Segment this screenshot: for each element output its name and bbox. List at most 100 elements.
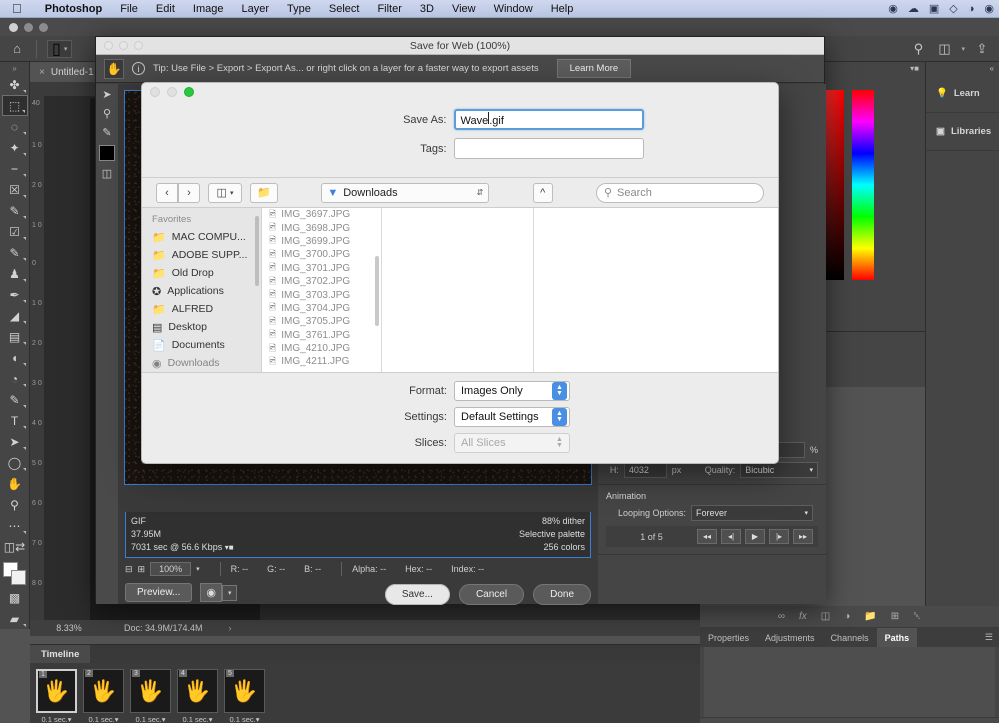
- eyedropper-tool[interactable]: ✎: [102, 126, 111, 139]
- eraser-tool[interactable]: ◢: [2, 305, 28, 326]
- delete-layer-icon[interactable]: ␡: [913, 611, 921, 622]
- panel-menu-icon[interactable]: ☰: [979, 628, 999, 647]
- zoom-level-value[interactable]: 100%: [150, 562, 192, 576]
- close-button[interactable]: [150, 87, 160, 97]
- list-item[interactable]: 🖻 IMG_3701.JPG: [262, 262, 381, 275]
- chevron-down-icon[interactable]: ▾: [68, 715, 72, 723]
- paths-list[interactable]: [704, 647, 995, 717]
- frame-duration[interactable]: 0.1 sec.▾: [36, 713, 77, 723]
- tab-channels[interactable]: Channels: [823, 628, 877, 647]
- adjustment-layer-icon[interactable]: ◑: [844, 611, 850, 622]
- hue-slider[interactable]: [852, 90, 874, 280]
- maximize-button[interactable]: [134, 41, 143, 50]
- timeline-frame[interactable]: 1 🖐 0.1 sec.▾: [36, 669, 77, 723]
- menu-view[interactable]: View: [443, 3, 485, 15]
- crop-tool[interactable]: ⎯: [2, 158, 28, 179]
- document-tab-untitled-1[interactable]: × Untitled-1: [30, 62, 104, 82]
- speed-menu-icon[interactable]: ▾■: [225, 543, 234, 552]
- sidebar-item-mac-computer[interactable]: 📁 MAC COMPU...: [142, 228, 261, 246]
- menu-file[interactable]: File: [111, 3, 147, 15]
- dodge-tool[interactable]: ◔: [2, 368, 28, 389]
- close-button[interactable]: [104, 41, 113, 50]
- first-frame-button[interactable]: ◂◂: [697, 529, 717, 544]
- foreground-swatch[interactable]: [99, 145, 115, 161]
- frame-tool[interactable]: ☒: [2, 179, 28, 200]
- toggle-slices-icon[interactable]: ◫: [102, 167, 112, 180]
- new-layer-icon[interactable]: ⊞: [891, 611, 899, 622]
- blur-tool[interactable]: ◖: [2, 347, 28, 368]
- marquee-tool[interactable]: ⬚: [1, 95, 28, 116]
- sidebar-item-alfred[interactable]: 📁 ALFRED: [142, 300, 261, 318]
- marquee-tool-preset[interactable]: ▯ ▾: [47, 39, 73, 58]
- tab-properties[interactable]: Properties: [700, 628, 757, 647]
- maximize-button[interactable]: [39, 22, 48, 32]
- sidebar-item-documents[interactable]: 📄 Documents: [142, 336, 261, 354]
- frame-thumbnail[interactable]: 1 🖐: [36, 669, 77, 713]
- sidebar-item-learn[interactable]: 💡 Learn: [926, 75, 999, 113]
- save-for-web-cancel-button[interactable]: Cancel: [458, 583, 525, 605]
- menu-photoshop[interactable]: Photoshop: [36, 3, 111, 15]
- lasso-tool[interactable]: ◌: [2, 116, 28, 137]
- sidebar-scrollbar[interactable]: [255, 216, 259, 286]
- new-group-icon[interactable]: 📁: [864, 611, 876, 622]
- menu-help[interactable]: Help: [542, 3, 583, 15]
- sync-icon[interactable]: ◇: [944, 2, 962, 15]
- home-icon[interactable]: ⌂: [8, 40, 26, 58]
- minimize-button[interactable]: [119, 41, 128, 50]
- chevron-down-icon[interactable]: ▾: [162, 715, 166, 723]
- format-select[interactable]: Images Only ▲ ▼: [454, 381, 570, 401]
- list-item[interactable]: 🖻 IMG_3761.JPG: [262, 329, 381, 342]
- timeline-frame[interactable]: 5 🖐 0.1 sec.▾: [224, 669, 265, 723]
- sidebar-item-libraries[interactable]: ▣ Libraries: [926, 113, 999, 151]
- list-item[interactable]: 🖻 IMG_3703.JPG: [262, 288, 381, 301]
- menu-edit[interactable]: Edit: [147, 3, 184, 15]
- tab-paths[interactable]: Paths: [876, 628, 918, 647]
- frame-duration[interactable]: 0.1 sec.▾: [177, 713, 218, 723]
- pen-tool[interactable]: ✎: [2, 389, 28, 410]
- hand-tool[interactable]: ➤: [102, 88, 111, 101]
- search-input[interactable]: ⚲ Search: [595, 182, 764, 203]
- sidebar-item-downloads[interactable]: ◉ Downloads: [142, 354, 261, 372]
- list-item[interactable]: 🖻 IMG_3698.JPG: [262, 221, 381, 234]
- tab-timeline[interactable]: Timeline: [30, 645, 91, 663]
- list-item[interactable]: 🖻 IMG_3704.JPG: [262, 302, 381, 315]
- clock-icon[interactable]: ◉: [979, 2, 999, 15]
- sidebar-item-adobe-support[interactable]: 📁 ADOBE SUPP...: [142, 246, 261, 264]
- frame-thumbnail[interactable]: 5 🖐: [224, 669, 265, 713]
- path-selection-tool[interactable]: ➤: [2, 431, 28, 452]
- back-button[interactable]: ‹: [156, 182, 178, 203]
- menu-layer[interactable]: Layer: [232, 3, 278, 15]
- chevron-down-icon[interactable]: ▾: [961, 45, 965, 53]
- sidebar-item-desktop[interactable]: ▤ Desktop: [142, 318, 261, 336]
- fx-icon[interactable]: fx: [799, 611, 807, 622]
- spot-healing-tool[interactable]: ☑: [2, 221, 28, 242]
- close-icon[interactable]: ×: [39, 67, 45, 78]
- timeline-frame[interactable]: 4 🖐 0.1 sec.▾: [177, 669, 218, 723]
- move-tool[interactable]: ✤: [2, 74, 28, 95]
- contrast-icon[interactable]: ◑: [963, 3, 980, 15]
- screen-mode-tool[interactable]: ▰: [2, 608, 28, 629]
- hand-tool[interactable]: ✋: [2, 473, 28, 494]
- sidebar-item-applications[interactable]: ✪ Applications: [142, 282, 261, 300]
- forward-button[interactable]: ›: [178, 182, 200, 203]
- save-for-web-save-button[interactable]: Save...: [384, 583, 450, 605]
- creative-cloud-icon[interactable]: ◉: [883, 2, 903, 15]
- list-item[interactable]: 🖻 IMG_3699.JPG: [262, 235, 381, 248]
- menu-filter[interactable]: Filter: [368, 3, 410, 15]
- maximize-button[interactable]: [184, 87, 194, 97]
- device-central-group[interactable]: ◉ ▾: [200, 583, 238, 602]
- chevron-down-icon[interactable]: ▾: [115, 715, 119, 723]
- menu-select[interactable]: Select: [320, 3, 369, 15]
- eyedropper-tool[interactable]: ✎: [2, 200, 28, 221]
- zoom-in-icon[interactable]: ⊞: [138, 564, 146, 575]
- swap-colors-icon[interactable]: ◫⇄: [2, 536, 28, 557]
- device-central-icon[interactable]: ◉: [200, 583, 222, 602]
- chevron-down-icon[interactable]: ▾: [256, 715, 260, 723]
- gif-info-box[interactable]: GIF 37.95M 7031 sec @ 56.6 Kbps ▾■ 88% d…: [125, 512, 591, 558]
- settings-select[interactable]: Default Settings ▲ ▼: [454, 407, 570, 427]
- collapse-panels-icon[interactable]: «: [926, 62, 999, 75]
- tab-adjustments[interactable]: Adjustments: [757, 628, 823, 647]
- minimize-button[interactable]: [24, 22, 33, 32]
- file-column-scrollbar[interactable]: [375, 256, 379, 326]
- sfw-traffic-lights[interactable]: [104, 41, 143, 50]
